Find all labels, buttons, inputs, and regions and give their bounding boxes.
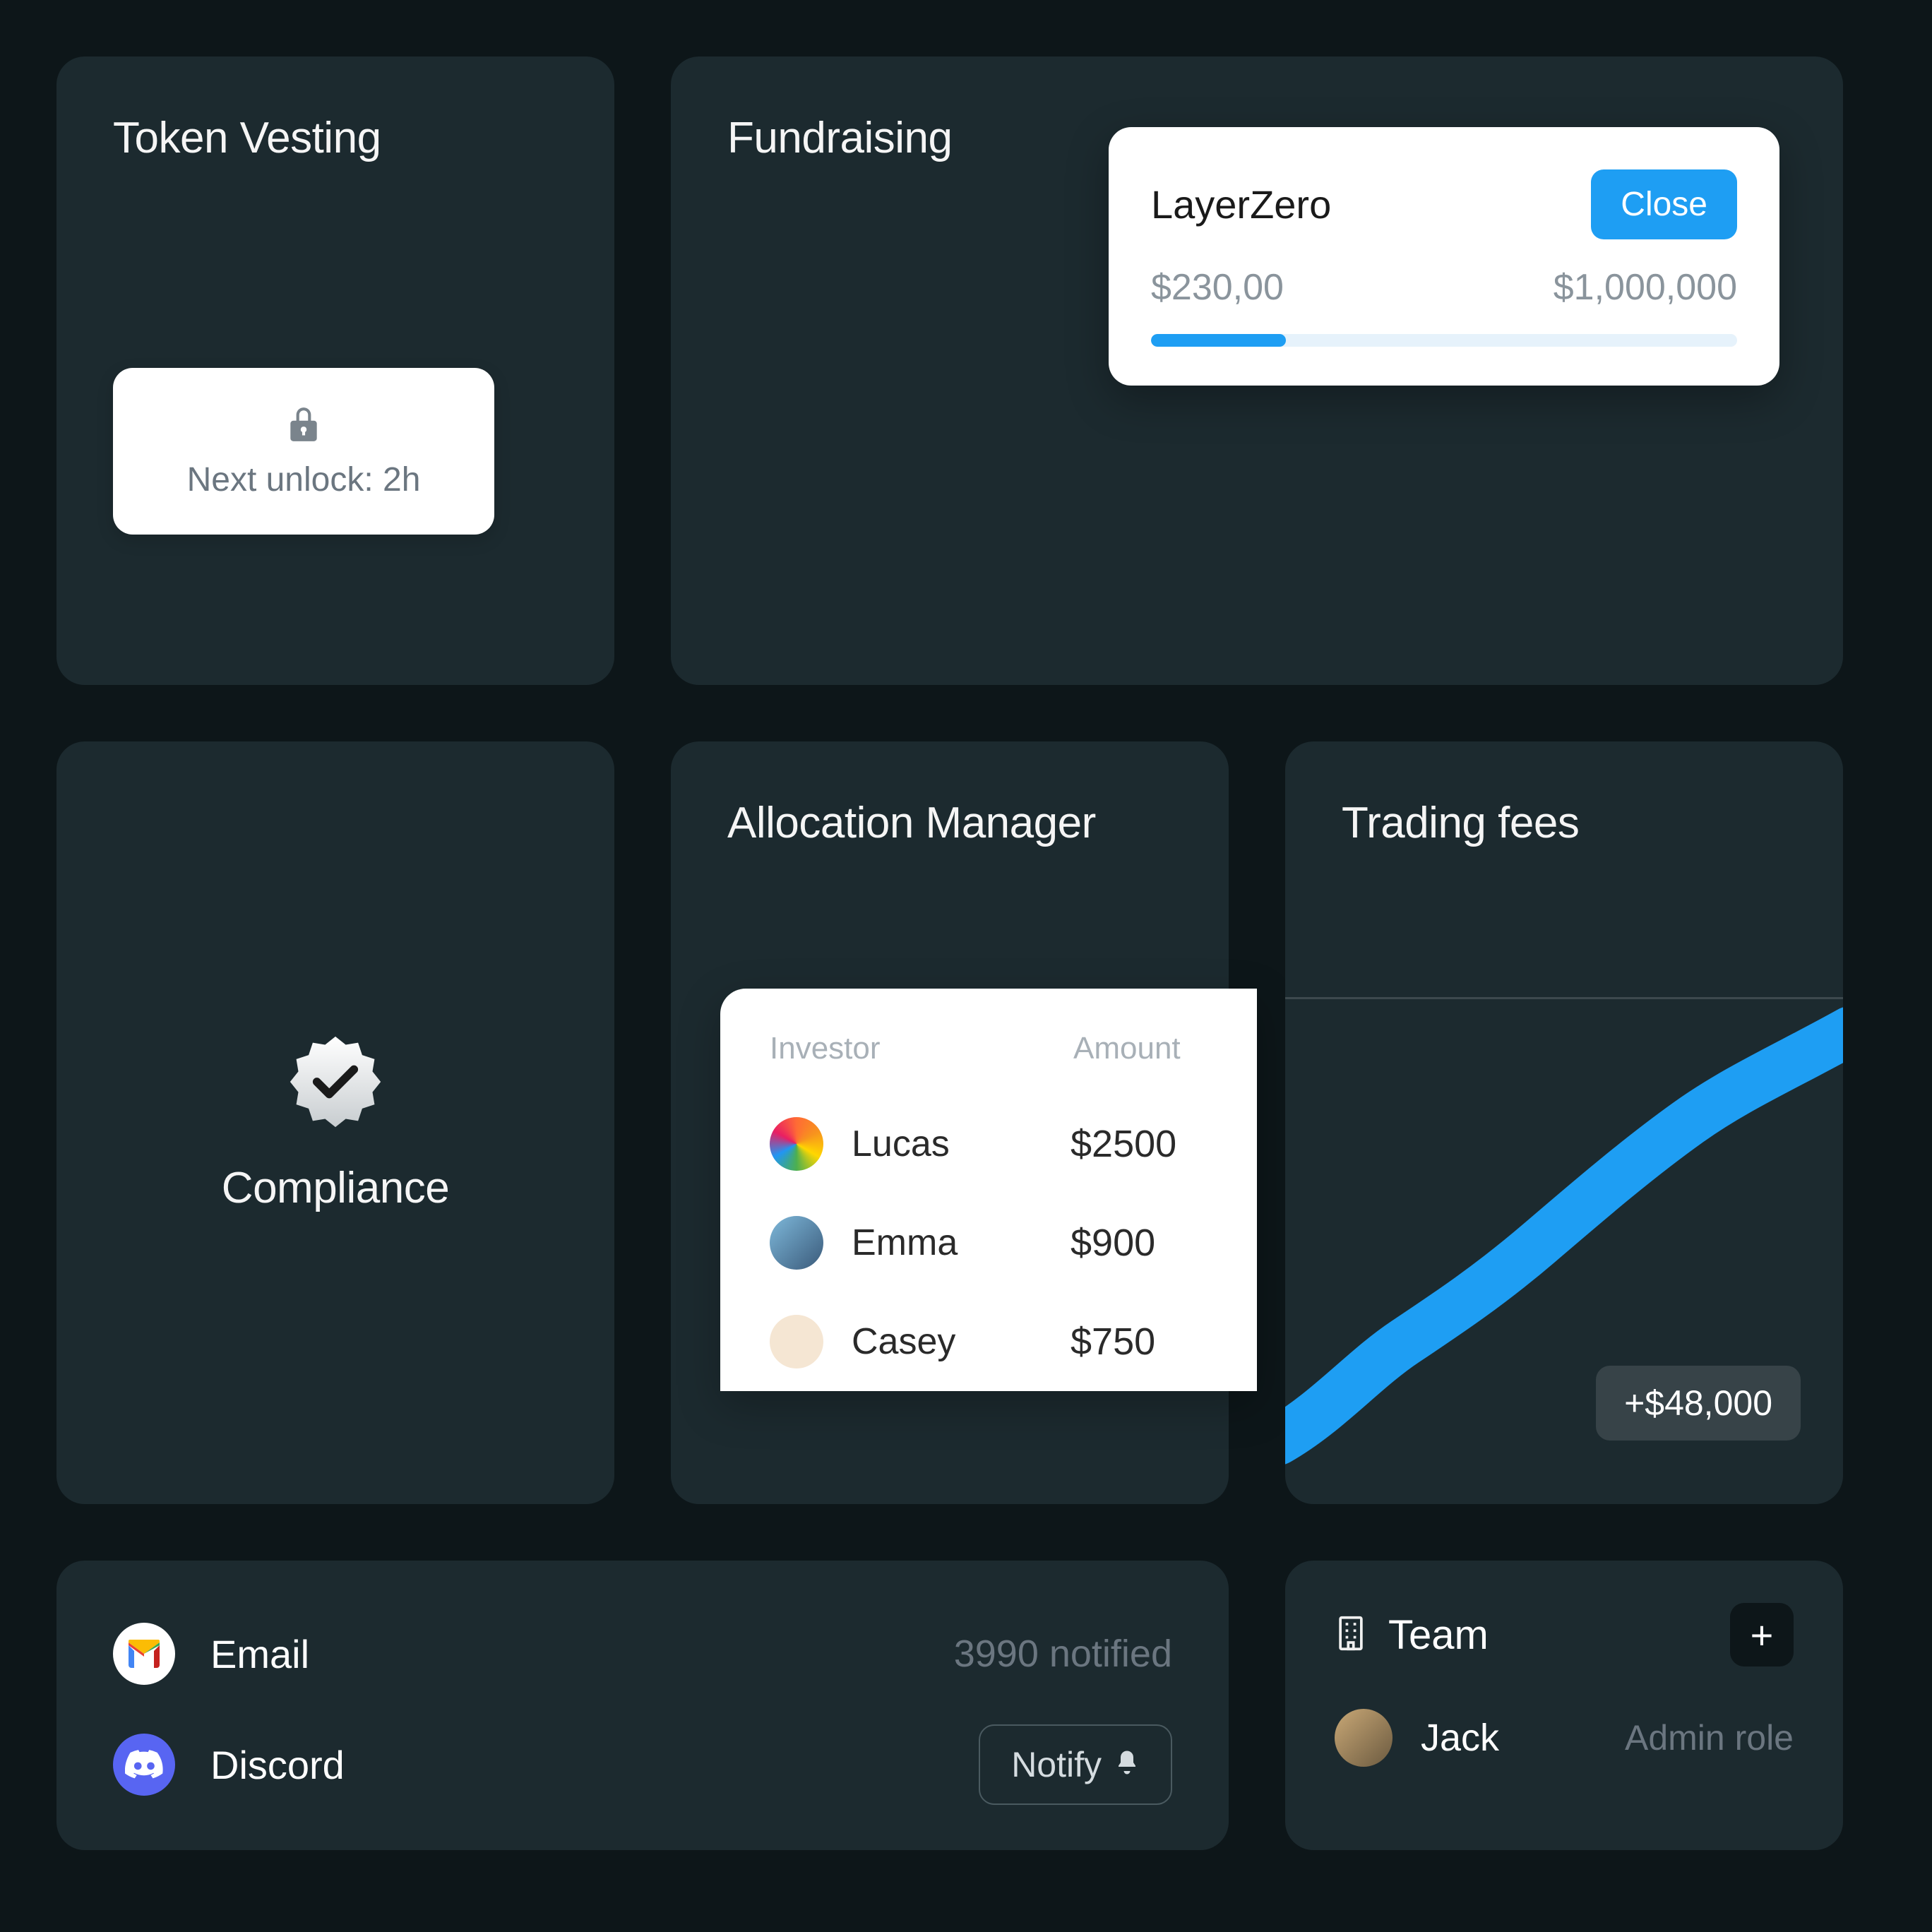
investor-name: Lucas	[852, 1123, 1071, 1165]
fundraising-card: Fundraising LayerZero Close $230,00 $1,0…	[671, 56, 1843, 685]
notify-button[interactable]: Notify	[979, 1724, 1172, 1805]
email-label: Email	[210, 1631, 954, 1677]
building-icon	[1335, 1615, 1367, 1655]
table-row[interactable]: Lucas $2500	[770, 1095, 1257, 1193]
avatar	[770, 1216, 823, 1270]
trading-title: Trading fees	[1342, 798, 1843, 848]
token-vesting-card: Token Vesting Next unlock: 2h	[56, 56, 614, 685]
bell-icon	[1114, 1744, 1140, 1785]
alloc-header-investor: Investor	[770, 1031, 1073, 1066]
notify-button-label: Notify	[1011, 1744, 1102, 1785]
team-card: Team + Jack Admin role	[1285, 1561, 1843, 1850]
unlock-card: Next unlock: 2h	[113, 368, 494, 535]
allocation-card: Allocation Manager Investor Amount Lucas…	[671, 741, 1229, 1504]
fund-current-value: $230,00	[1151, 266, 1284, 309]
list-item[interactable]: Jack Admin role	[1335, 1709, 1794, 1767]
list-item[interactable]: Discord Notify	[113, 1705, 1172, 1825]
notifications-card: Email 3990 notified Discord Notify	[56, 1561, 1229, 1850]
list-item[interactable]: Email 3990 notified	[113, 1603, 1172, 1705]
fundraising-popup: LayerZero Close $230,00 $1,000,000	[1109, 127, 1779, 386]
verified-badge-icon	[286, 1032, 385, 1135]
investor-amount: $900	[1071, 1221, 1155, 1265]
lock-icon	[286, 406, 321, 448]
vesting-title: Token Vesting	[113, 113, 558, 163]
email-status: 3990 notified	[954, 1632, 1172, 1676]
unlock-label: Next unlock: 2h	[187, 460, 421, 499]
discord-label: Discord	[210, 1742, 979, 1788]
trading-fees-card: Trading fees +$48,000	[1285, 741, 1843, 1504]
member-role: Admin role	[1625, 1717, 1794, 1758]
chart-gridline	[1285, 997, 1843, 999]
compliance-title: Compliance	[222, 1163, 449, 1213]
alloc-header-amount: Amount	[1073, 1031, 1181, 1066]
fund-progress-bar	[1151, 334, 1737, 347]
avatar	[1335, 1709, 1393, 1767]
allocation-table: Investor Amount Lucas $2500 Emma $900 Ca…	[720, 989, 1257, 1391]
investor-name: Emma	[852, 1222, 1071, 1264]
allocation-title: Allocation Manager	[727, 798, 1172, 848]
investor-amount: $2500	[1071, 1122, 1176, 1166]
team-title: Team	[1388, 1611, 1489, 1659]
plus-icon: +	[1751, 1612, 1774, 1658]
gmail-icon	[113, 1623, 175, 1685]
fund-project-name: LayerZero	[1151, 181, 1331, 227]
member-name: Jack	[1421, 1716, 1625, 1760]
fund-target-value: $1,000,000	[1554, 266, 1737, 309]
add-member-button[interactable]: +	[1730, 1603, 1794, 1666]
table-row[interactable]: Casey $750	[770, 1292, 1257, 1391]
close-button[interactable]: Close	[1591, 169, 1737, 239]
avatar	[770, 1315, 823, 1368]
discord-icon	[113, 1734, 175, 1796]
trading-delta-badge: +$48,000	[1596, 1366, 1801, 1441]
investor-name: Casey	[852, 1320, 1071, 1363]
avatar	[770, 1117, 823, 1171]
compliance-card: Compliance	[56, 741, 614, 1504]
investor-amount: $750	[1071, 1320, 1155, 1364]
table-row[interactable]: Emma $900	[770, 1193, 1257, 1292]
fund-progress-fill	[1151, 334, 1286, 347]
